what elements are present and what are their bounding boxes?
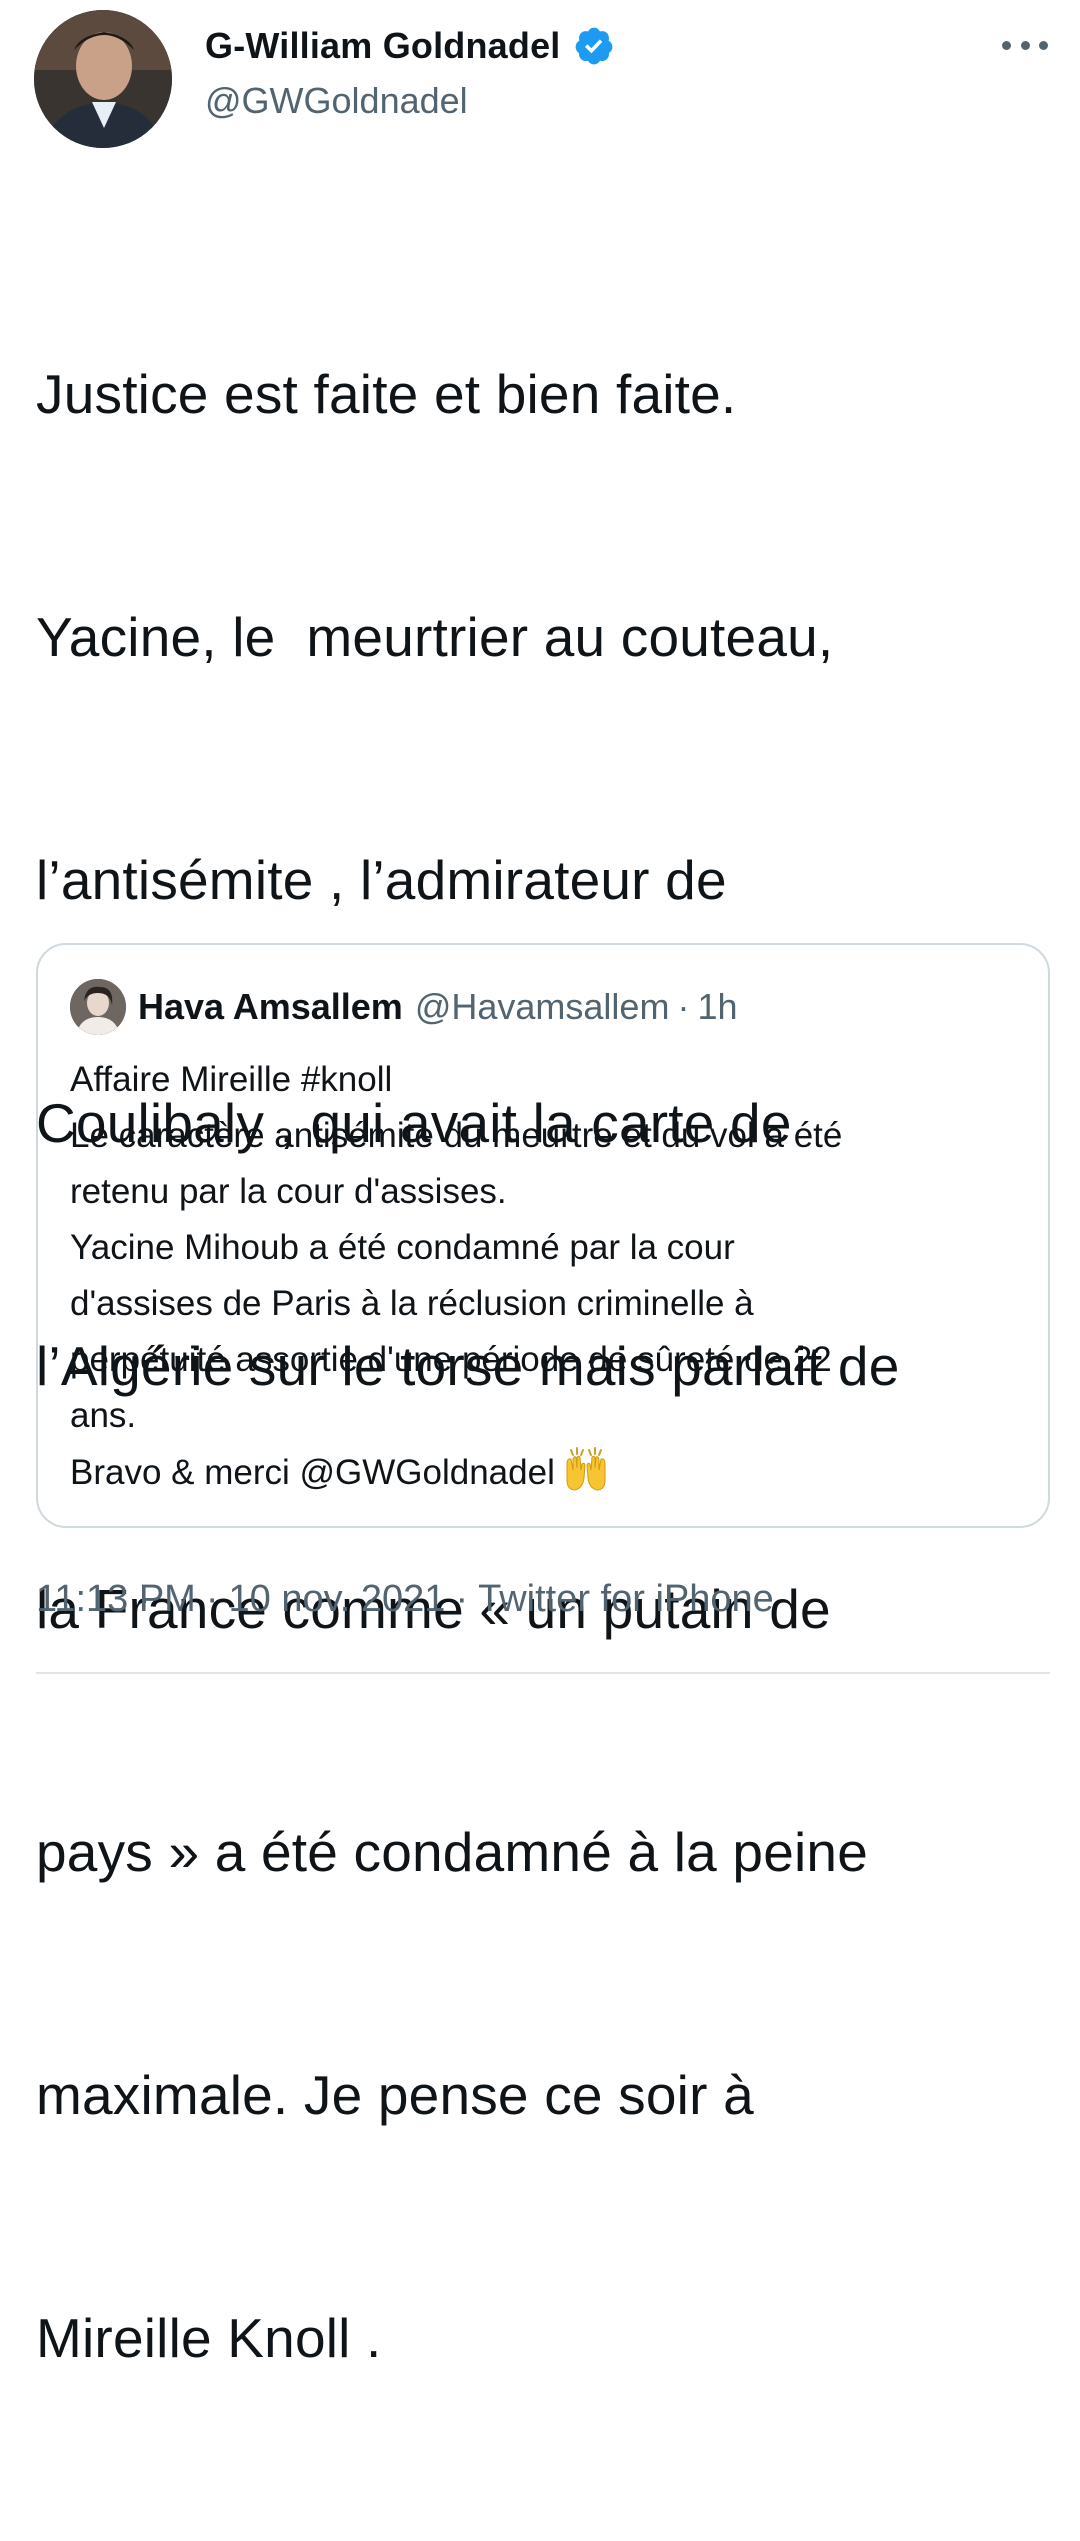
- meta-separator: ·: [455, 1578, 469, 1620]
- quoted-text-line-last: Bravo & merci @GWGoldnadel: [70, 1444, 1030, 1500]
- quoted-separator: ·: [677, 986, 690, 1027]
- quoted-text-line: d'assises de Paris à la réclusion crimin…: [70, 1284, 754, 1323]
- tweet-source[interactable]: Twitter for iPhone: [478, 1578, 774, 1621]
- tweet-meta: 11:13 PM · 10 nov. 2021 · Twitter for iP…: [36, 1578, 774, 1621]
- quoted-text-line: ans.: [70, 1396, 137, 1435]
- quoted-timestamp[interactable]: 1h: [697, 986, 737, 1028]
- raised-hands-icon: [563, 1444, 609, 1492]
- quoted-author-avatar[interactable]: [70, 979, 126, 1035]
- quoted-text-line: Affaire Mireille #knoll: [70, 1060, 393, 1099]
- tweet-text-line: l’antisémite , l’admirateur de: [36, 849, 727, 911]
- author-avatar[interactable]: [34, 10, 172, 148]
- author-handle[interactable]: @GWGoldnadel: [205, 80, 468, 122]
- tweet-text-line: Yacine, le meurtrier au couteau,: [36, 606, 834, 668]
- quoted-text-line: Yacine Mihoub a été condamné par la cour: [70, 1228, 735, 1267]
- tweet-time[interactable]: 11:13 PM: [36, 1578, 196, 1621]
- quoted-author-name[interactable]: Hava Amsallem: [138, 986, 403, 1028]
- meta-separator: ·: [205, 1578, 219, 1620]
- quoted-author-handle[interactable]: @Havamsallem: [415, 986, 670, 1028]
- tweet-text-line: pays » a été condamné à la peine: [36, 1821, 868, 1883]
- tweet-text-line: Justice est faite et bien faite.: [36, 363, 737, 425]
- more-options-icon[interactable]: [1002, 30, 1048, 60]
- author-name[interactable]: G-William Goldnadel: [205, 25, 561, 67]
- quoted-text-line: retenu par la cour d'assises.: [70, 1172, 507, 1211]
- quoted-text-line: perpétuité assortie d'une période de sûr…: [70, 1340, 832, 1379]
- quoted-tweet-header: Hava Amsallem @Havamsallem · 1h: [70, 979, 737, 1035]
- quoted-text-line: Le caractère antisémite du meurtre et du…: [70, 1116, 843, 1155]
- author-avatar-image: [34, 10, 172, 148]
- divider: [36, 1672, 1050, 1674]
- quoted-tweet[interactable]: Hava Amsallem @Havamsallem · 1h Affaire …: [36, 943, 1050, 1528]
- quoted-tweet-text: Affaire Mireille #knoll Le caractère ant…: [70, 1052, 1030, 1500]
- tweet-text-line: Mireille Knoll .: [36, 2307, 382, 2369]
- quoted-text-line: Bravo & merci @GWGoldnadel: [70, 1453, 555, 1492]
- tweet-card: G-William Goldnadel @GWGoldnadel Justice…: [0, 0, 1080, 2369]
- author-name-row: G-William Goldnadel: [205, 22, 615, 70]
- tweet-text-line: maximale. Je pense ce soir à: [36, 2064, 754, 2126]
- tweet-date[interactable]: 10 nov. 2021: [229, 1578, 446, 1621]
- verified-badge-icon: [573, 25, 615, 67]
